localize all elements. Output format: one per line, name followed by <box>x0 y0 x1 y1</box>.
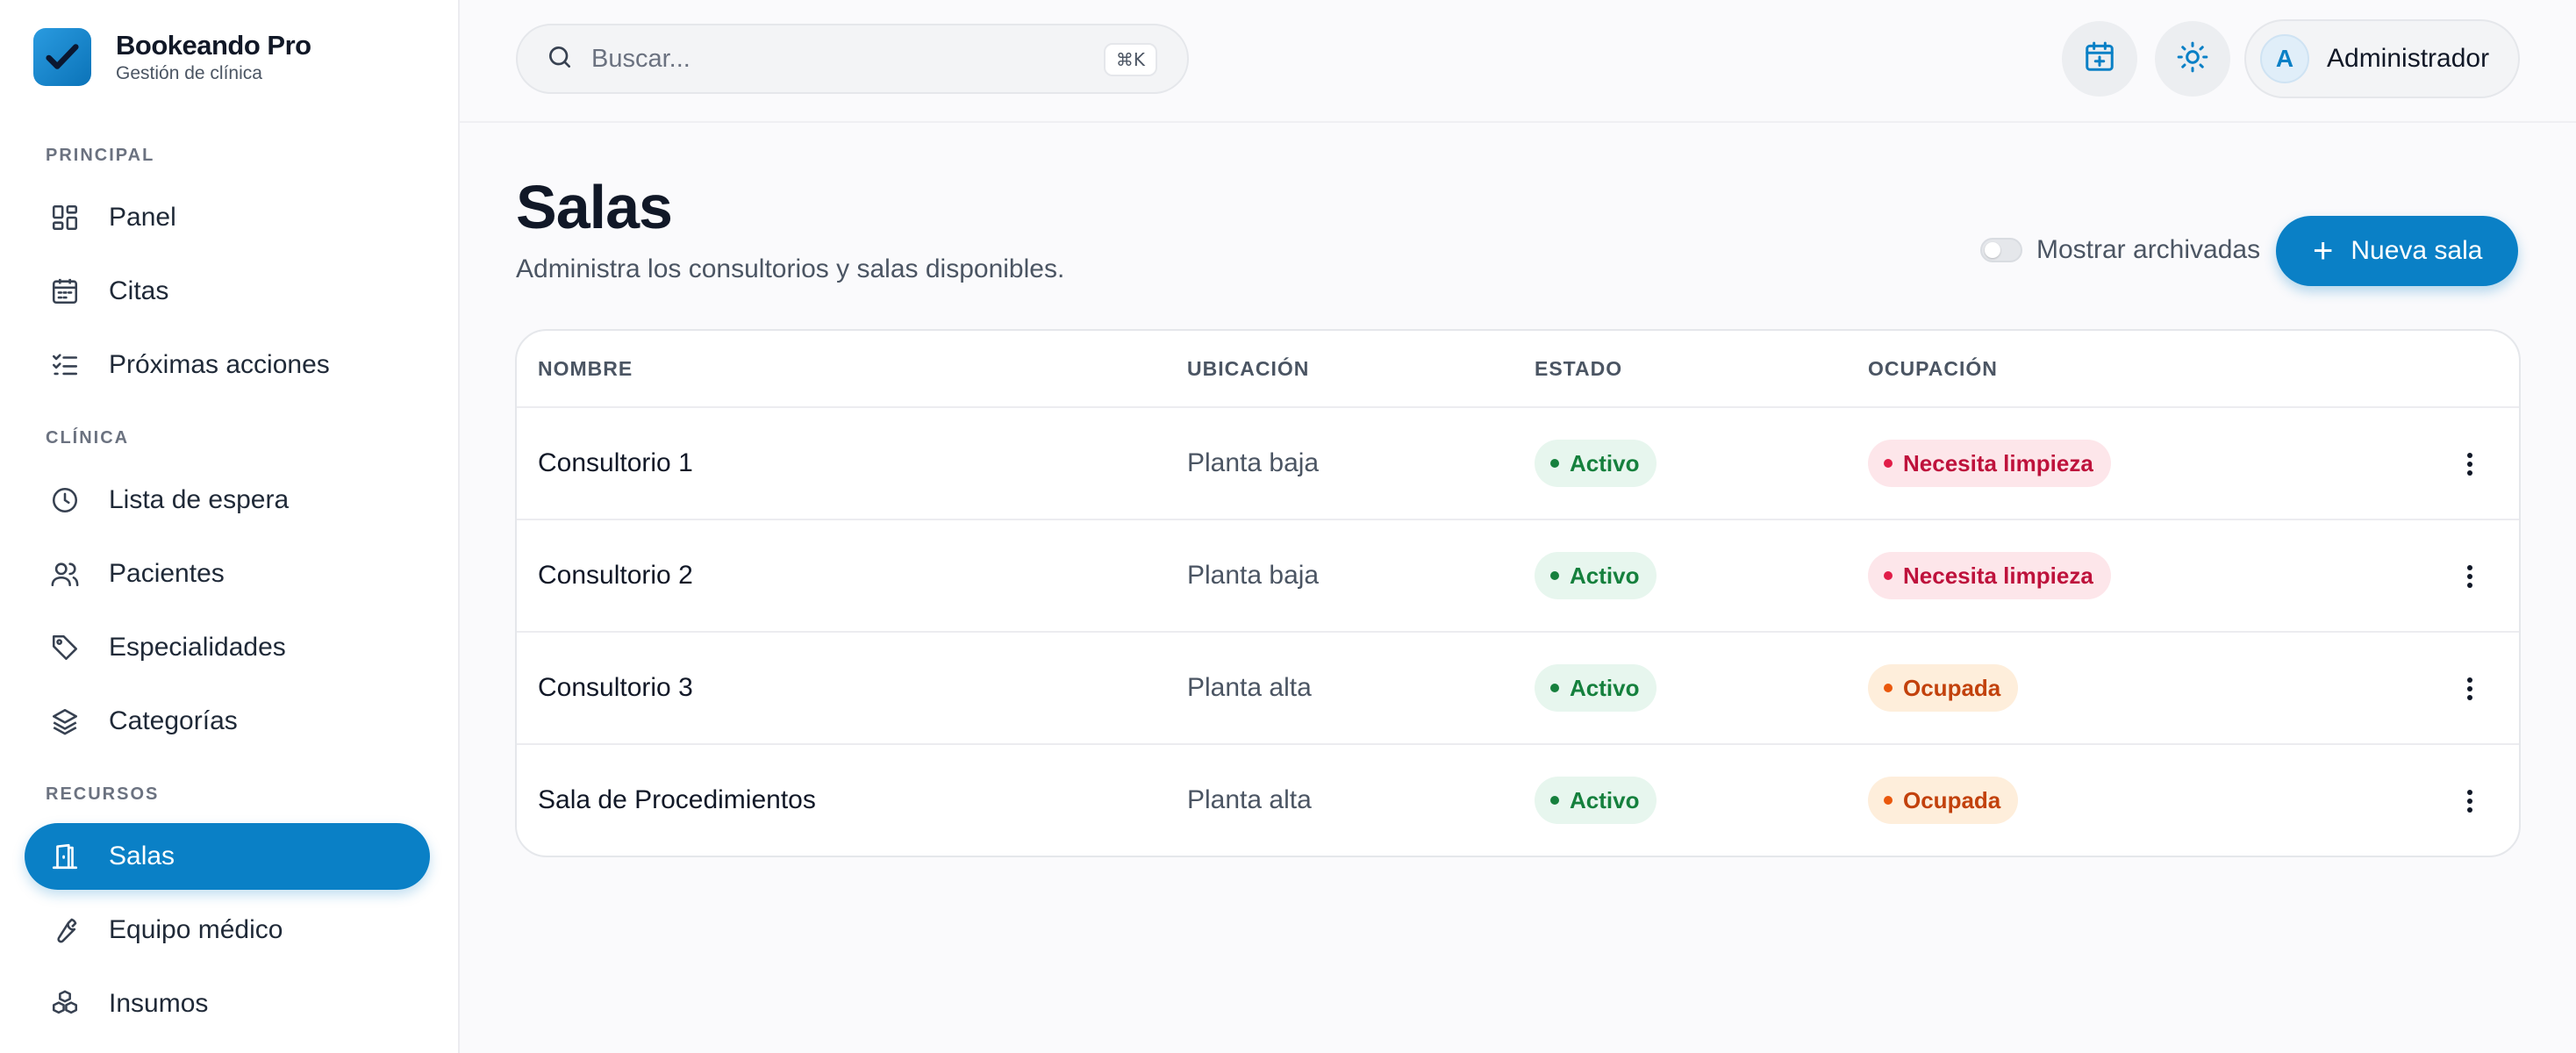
avatar: A <box>2260 34 2309 83</box>
sidebar: Bookeando Pro Gestión de clínica PRINCIP… <box>0 0 460 1053</box>
occupancy-badge: Ocupada <box>1868 664 2019 712</box>
sun-icon <box>2176 40 2209 78</box>
rooms-table: NOMBRE UBICACIÓN ESTADO OCUPACIÓN Consul… <box>515 329 2521 857</box>
tag-icon <box>49 632 81 663</box>
room-location: Planta alta <box>1187 673 1312 702</box>
plus-icon: + <box>2313 232 2334 270</box>
column-header-nombre[interactable]: NOMBRE <box>538 357 633 381</box>
occupancy-badge: Necesita limpieza <box>1868 440 2111 487</box>
page-subtitle: Administra los consultorios y salas disp… <box>516 254 1065 283</box>
sidebar-item-label: Especialidades <box>109 633 286 662</box>
toggle-label: Mostrar archivadas <box>2036 235 2261 264</box>
door-icon <box>49 841 81 872</box>
section-label-clinica: CLÍNICA <box>46 428 130 448</box>
sidebar-item-label: Lista de espera <box>109 485 290 514</box>
sidebar-item-citas[interactable]: Citas <box>25 258 430 325</box>
sidebar-item-categorias[interactable]: Categorías <box>25 688 430 755</box>
wrench-icon <box>49 914 81 946</box>
sidebar-item-label: Próximas acciones <box>109 350 330 379</box>
users-icon <box>49 558 81 590</box>
search-placeholder: Buscar... <box>591 44 691 73</box>
new-room-button[interactable]: + Nueva sala <box>2276 216 2518 286</box>
check-icon <box>33 28 91 86</box>
room-name: Consultorio 3 <box>538 673 693 702</box>
room-location: Planta baja <box>1187 561 1320 590</box>
brand[interactable]: Bookeando Pro Gestión de clínica <box>33 28 311 86</box>
calendar-plus-icon <box>2083 40 2116 78</box>
page-title: Salas <box>516 173 673 241</box>
layers-icon <box>49 706 81 737</box>
more-options-icon[interactable] <box>2447 440 2493 489</box>
occupancy-badge: Ocupada <box>1868 777 2019 824</box>
room-name: Consultorio 1 <box>538 448 693 477</box>
table-row[interactable]: Sala de Procedimientos Planta alta Activ… <box>517 743 2519 856</box>
sidebar-item-insumos[interactable]: Insumos <box>25 971 430 1037</box>
sidebar-item-label: Citas <box>109 276 169 305</box>
room-name: Sala de Procedimientos <box>538 785 816 814</box>
show-archived-toggle[interactable]: Mostrar archivadas <box>1980 235 2260 265</box>
column-header-estado[interactable]: ESTADO <box>1535 357 1622 381</box>
calendar-icon <box>49 276 81 307</box>
table-row[interactable]: Consultorio 3 Planta alta Activo Ocupada <box>517 631 2519 743</box>
theme-toggle-button[interactable] <box>2155 21 2230 97</box>
brand-name: Bookeando Pro <box>116 30 311 61</box>
sidebar-item-proximas-acciones[interactable]: Próximas acciones <box>25 332 430 398</box>
clock-icon <box>49 484 81 516</box>
more-options-icon[interactable] <box>2447 777 2493 826</box>
section-label-principal: PRINCIPAL <box>46 146 155 165</box>
sidebar-item-label: Salas <box>109 842 175 870</box>
status-badge: Activo <box>1535 552 1657 599</box>
table-row[interactable]: Consultorio 2 Planta baja Activo Necesit… <box>517 519 2519 631</box>
search-shortcut-badge: ⌘K <box>1103 43 1157 76</box>
sidebar-item-label: Equipo médico <box>109 915 283 944</box>
more-options-icon[interactable] <box>2447 552 2493 601</box>
status-badge: Activo <box>1535 664 1657 712</box>
header-divider <box>460 121 2576 123</box>
more-options-icon[interactable] <box>2447 664 2493 713</box>
sidebar-item-salas[interactable]: Salas <box>25 823 430 890</box>
sidebar-item-panel[interactable]: Panel <box>25 184 430 251</box>
user-menu-button[interactable]: A Administrador <box>2244 19 2520 98</box>
calendar-add-button[interactable] <box>2062 21 2137 97</box>
status-badge: Activo <box>1535 440 1657 487</box>
sidebar-item-label: Categorías <box>109 706 238 735</box>
room-location: Planta baja <box>1187 448 1320 477</box>
search-input[interactable]: Buscar... ⌘K <box>516 24 1189 94</box>
sidebar-item-label: Pacientes <box>109 559 225 588</box>
occupancy-badge: Necesita limpieza <box>1868 552 2111 599</box>
boxes-icon <box>49 988 81 1020</box>
room-location: Planta alta <box>1187 785 1312 814</box>
room-name: Consultorio 2 <box>538 561 693 590</box>
table-row[interactable]: Consultorio 1 Planta baja Activo Necesit… <box>517 406 2519 519</box>
dashboard-icon <box>49 202 81 233</box>
status-badge: Activo <box>1535 777 1657 824</box>
sidebar-item-lista-de-espera[interactable]: Lista de espera <box>25 467 430 534</box>
sidebar-item-especialidades[interactable]: Especialidades <box>25 614 430 681</box>
sidebar-item-label: Insumos <box>109 989 209 1018</box>
checklist-icon <box>49 349 81 381</box>
section-label-recursos: RECURSOS <box>46 784 160 804</box>
sidebar-item-pacientes[interactable]: Pacientes <box>25 541 430 607</box>
new-room-button-label: Nueva sala <box>2351 236 2483 265</box>
sidebar-item-equipo-medico[interactable]: Equipo médico <box>25 897 430 963</box>
toggle-switch[interactable] <box>1980 238 2022 262</box>
brand-subtitle: Gestión de clínica <box>116 63 262 83</box>
column-header-ubicacion[interactable]: UBICACIÓN <box>1187 357 1309 381</box>
sidebar-item-label: Panel <box>109 203 176 232</box>
column-header-ocupacion[interactable]: OCUPACIÓN <box>1868 357 1998 381</box>
search-icon <box>546 43 574 75</box>
user-name: Administrador <box>2327 44 2490 73</box>
